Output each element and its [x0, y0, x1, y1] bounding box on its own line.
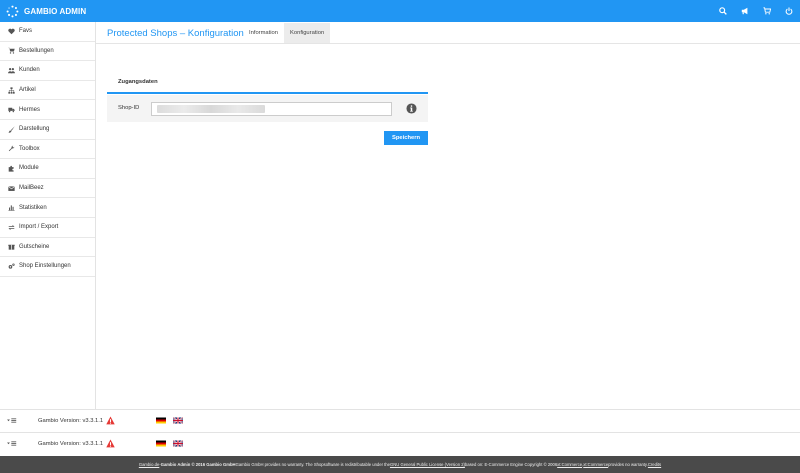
sidebar-item-gutscheine[interactable]: Gutscheine [0, 238, 95, 258]
shop-id-label: Shop-ID [118, 105, 140, 111]
xtcommerce-link[interactable]: xt:Commerce [583, 462, 608, 467]
sitemap-icon [7, 86, 15, 94]
sidebar-item-label: Favs [19, 28, 33, 35]
sidebar-item-label: Import / Export [19, 224, 59, 231]
search-icon [719, 7, 727, 15]
news-button[interactable] [734, 0, 756, 22]
page-title: Protected Shops – Konfiguration [107, 28, 244, 39]
sidebar-item-artikel[interactable]: Artikel [0, 81, 95, 101]
caret-menu-icon [7, 441, 17, 446]
gambio-logo-icon [6, 5, 19, 17]
gpl-link[interactable]: GNU General Public License (Version 2) [390, 462, 465, 467]
gears-icon [7, 262, 15, 270]
info-icon[interactable] [406, 103, 417, 114]
credentials-panel: Shop-ID [107, 95, 428, 122]
users-icon [7, 66, 15, 74]
sidebar-item-darstellung[interactable]: Darstellung [0, 120, 95, 140]
sidebar-item-label: Shop Einstellungen [19, 263, 71, 270]
power-icon [785, 7, 793, 15]
sidebar-item-label: MailBeez [19, 185, 44, 192]
version-row: Gambio Version: v3.3.1.1 [0, 432, 800, 454]
truck-icon [7, 106, 15, 114]
envelope-icon [7, 184, 15, 192]
version-row: Gambio Version: v3.3.1.1 [0, 409, 800, 431]
warning-icon[interactable] [106, 439, 115, 448]
page-tabs: Information Konfiguration [243, 23, 331, 43]
save-button[interactable]: Speichern [384, 131, 428, 145]
sidebar-item-label: Darstellung [19, 126, 50, 133]
tab-konfiguration[interactable]: Konfiguration [284, 23, 331, 43]
sidebar-item-label: Toolbox [19, 145, 40, 152]
version-text: Gambio Version: v3.3.1.1 [38, 441, 104, 447]
sidebar-item-shop-einstellungen[interactable]: Shop Einstellungen [0, 257, 95, 277]
xtcommerce-link[interactable]: xt:Commerce [557, 462, 582, 467]
sidebar-item-toolbox[interactable]: Toolbox [0, 140, 95, 160]
top-icons [712, 0, 800, 22]
sidebar-item-mailbeez[interactable]: MailBeez [0, 179, 95, 199]
heart-icon [7, 27, 15, 35]
brush-icon [7, 125, 15, 133]
sidebar-item-label: Hermes [19, 106, 41, 113]
shop-id-blurred-value [157, 105, 265, 113]
tab-information[interactable]: Information [243, 23, 284, 43]
gift-icon [7, 243, 15, 251]
wrench-icon [7, 145, 15, 153]
gambio-link[interactable]: Gambio.de [139, 462, 159, 467]
copyright-bar: Gambio.de - Gambio Admin © 2016 Gambio G… [0, 456, 800, 473]
sidebar-item-statistiken[interactable]: Statistiken [0, 198, 95, 218]
logo[interactable]: GAMBIO ADMIN [0, 0, 86, 22]
sidebar: Favs Bestellungen Kunden Artikel Hermes … [0, 22, 96, 409]
copyright-bold: Gambio Admin © 2016 Gambio GmbH [160, 462, 236, 467]
sidebar-item-label: Kunden [19, 67, 40, 74]
sidebar-item-kunden[interactable]: Kunden [0, 61, 95, 81]
sidebar-item-import-export[interactable]: Import / Export [0, 218, 95, 238]
sidebar-item-label: Statistiken [19, 204, 47, 211]
megaphone-icon [741, 7, 748, 15]
caret-menu-icon [7, 418, 17, 423]
menu-toggle[interactable] [7, 440, 17, 447]
flag-en-icon[interactable] [173, 417, 183, 424]
version-text: Gambio Version: v3.3.1.1 [38, 418, 104, 424]
exchange-icon [7, 223, 15, 231]
flag-en-icon[interactable] [173, 440, 183, 447]
app-title: GAMBIO ADMIN [24, 6, 87, 16]
sidebar-item-favs[interactable]: Favs [0, 22, 95, 42]
cart-icon [763, 7, 771, 15]
sidebar-item-label: Gutscheine [19, 243, 50, 250]
copyright-text: based on: E-Commerce Engine Copyright © … [464, 462, 558, 467]
header-divider [96, 43, 800, 44]
warning-icon[interactable] [106, 416, 115, 425]
panel-heading: Zugangsdaten [107, 72, 428, 94]
flag-de-icon[interactable] [156, 440, 166, 447]
sidebar-item-bestellungen[interactable]: Bestellungen [0, 42, 95, 62]
sidebar-item-label: Bestellungen [19, 47, 54, 54]
cart-icon [7, 47, 15, 55]
credits-link[interactable]: Credits [648, 462, 661, 467]
menu-toggle[interactable] [7, 417, 17, 424]
shop-button[interactable] [756, 0, 778, 22]
sidebar-item-hermes[interactable]: Hermes [0, 100, 95, 120]
search-button[interactable] [712, 0, 734, 22]
sidebar-item-label: Artikel [19, 87, 36, 94]
bar-chart-icon [7, 204, 15, 212]
copyright-text: Gambio GmbH provides no warranty. The Sh… [235, 462, 390, 467]
puzzle-icon [7, 164, 15, 172]
copyright-text: provides no warranty. [608, 462, 648, 467]
flag-de-icon[interactable] [156, 417, 166, 424]
sidebar-item-label: Module [19, 165, 39, 172]
sidebar-item-module[interactable]: Module [0, 159, 95, 179]
logout-button[interactable] [778, 0, 800, 22]
top-bar: GAMBIO ADMIN [0, 0, 800, 22]
